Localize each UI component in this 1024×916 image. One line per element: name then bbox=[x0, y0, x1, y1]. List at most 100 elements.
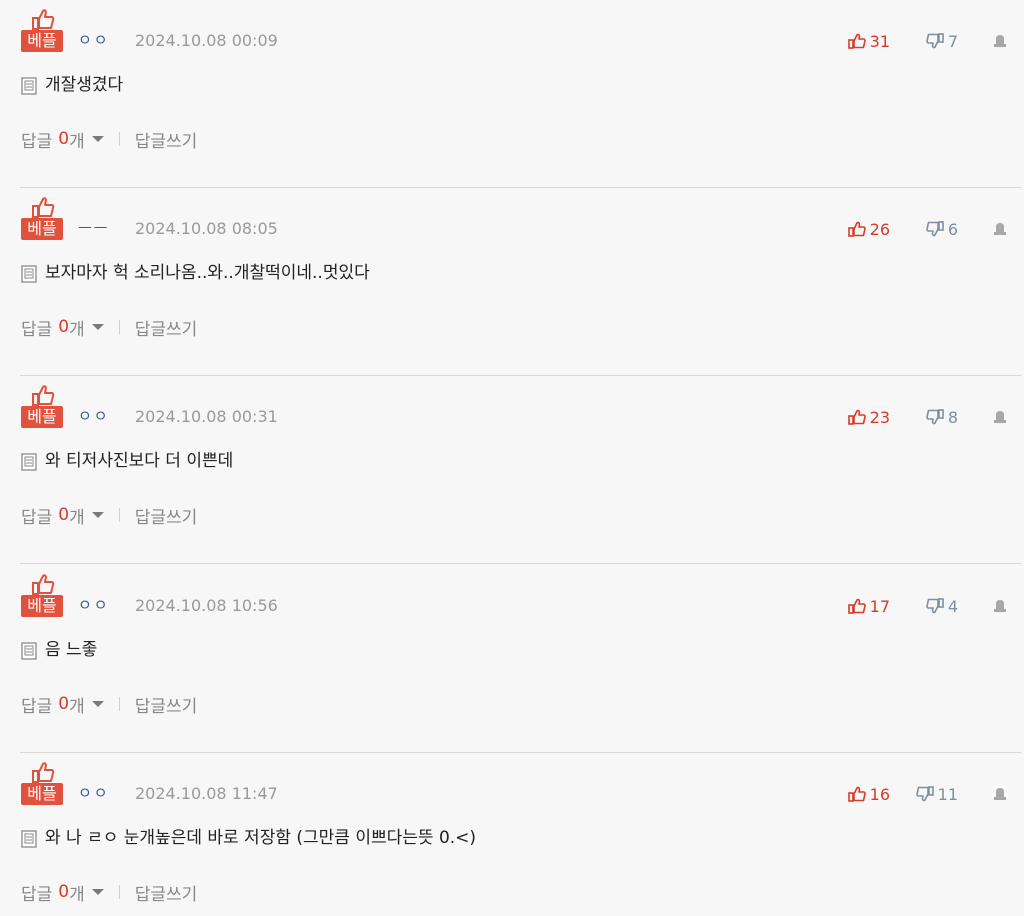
reply-unit: 개 bbox=[69, 884, 85, 905]
best-badge: 베플 bbox=[21, 783, 63, 805]
author-name[interactable]: ㅇㅇ bbox=[78, 782, 110, 804]
report-icon[interactable] bbox=[992, 598, 1008, 614]
write-reply-button[interactable]: 답글쓰기 bbox=[135, 880, 198, 905]
upvote-button[interactable]: 31 bbox=[847, 30, 890, 52]
comment-item: 베플 ㅇㅇ 2024.10.08 00:09 31 7 개잘생겼다 답글 0 개… bbox=[0, 0, 1024, 188]
comment-item: 베플 ㅡㅡ 2024.10.08 08:05 26 6 보자마자 헉 소리나옴.… bbox=[0, 188, 1024, 376]
downvote-count: 4 bbox=[947, 596, 958, 616]
report-icon[interactable] bbox=[992, 786, 1008, 802]
downvote-button[interactable]: 11 bbox=[915, 783, 958, 805]
upvote-button[interactable]: 16 bbox=[847, 783, 890, 805]
best-thumbs-up-icon bbox=[32, 197, 55, 218]
comment-date: 2024.10.08 11:47 bbox=[135, 784, 278, 803]
thumbs-up-icon bbox=[847, 598, 866, 614]
reply-count: 0 bbox=[58, 694, 70, 714]
best-thumbs-up-icon bbox=[32, 762, 55, 783]
reply-toggle[interactable]: 답글 0 개 bbox=[21, 315, 105, 340]
reply-toolbar: 답글 0 개 답글쓰기 bbox=[21, 127, 198, 152]
comment-body: 음 느좋 bbox=[21, 639, 97, 661]
memo-icon bbox=[21, 76, 37, 95]
reply-toggle[interactable]: 답글 0 개 bbox=[21, 503, 105, 528]
comment-date: 2024.10.08 08:05 bbox=[135, 219, 278, 238]
upvote-count: 23 bbox=[869, 407, 890, 427]
reply-toggle[interactable]: 답글 0 개 bbox=[21, 692, 105, 717]
reply-unit: 개 bbox=[69, 131, 85, 152]
downvote-count: 11 bbox=[937, 784, 958, 804]
memo-icon bbox=[21, 829, 37, 848]
thumbs-up-icon bbox=[847, 409, 866, 425]
reply-count: 0 bbox=[58, 882, 70, 902]
reply-label: 답글 bbox=[21, 319, 53, 340]
write-reply-button[interactable]: 답글쓰기 bbox=[135, 692, 198, 717]
caret-down-icon bbox=[91, 324, 104, 330]
memo-icon bbox=[21, 452, 37, 471]
comment-item: 베플 ㅇㅇ 2024.10.08 11:47 16 11 와 나 ㄹㅇ 눈개높은… bbox=[0, 753, 1024, 916]
caret-down-icon bbox=[91, 701, 104, 707]
comment-item: 베플 ㅇㅇ 2024.10.08 10:56 17 4 음 느좋 답글 0 개 … bbox=[0, 565, 1024, 753]
downvote-count: 7 bbox=[947, 31, 958, 51]
author-name[interactable]: ㅇㅇ bbox=[78, 594, 110, 616]
upvote-button[interactable]: 23 bbox=[847, 406, 890, 428]
comment-date: 2024.10.08 10:56 bbox=[135, 596, 278, 615]
thumbs-down-icon bbox=[925, 598, 944, 614]
write-reply-button[interactable]: 답글쓰기 bbox=[135, 127, 198, 152]
thumbs-up-icon bbox=[847, 221, 866, 237]
best-thumbs-up-icon bbox=[32, 574, 55, 595]
reply-toggle[interactable]: 답글 0 개 bbox=[21, 880, 105, 905]
comment-date: 2024.10.08 00:09 bbox=[135, 31, 278, 50]
divider bbox=[118, 697, 120, 711]
upvote-count: 17 bbox=[869, 596, 890, 616]
comment-list: 베플 ㅇㅇ 2024.10.08 00:09 31 7 개잘생겼다 답글 0 개… bbox=[0, 0, 1024, 916]
reply-toggle[interactable]: 답글 0 개 bbox=[21, 127, 105, 152]
reply-count: 0 bbox=[58, 317, 70, 337]
caret-down-icon bbox=[91, 889, 104, 895]
best-badge: 베플 bbox=[21, 30, 63, 52]
write-reply-button[interactable]: 답글쓰기 bbox=[135, 315, 198, 340]
author-name[interactable]: ㅇㅇ bbox=[78, 405, 110, 427]
downvote-count: 8 bbox=[947, 407, 958, 427]
best-badge: 베플 bbox=[21, 406, 63, 428]
upvote-button[interactable]: 26 bbox=[847, 218, 890, 240]
comment-text: 보자마자 헉 소리나옴..와..개찰떡이네..멋있다 bbox=[45, 263, 370, 283]
comment-text: 와 나 ㄹㅇ 눈개높은데 바로 저장함 (그만큼 이쁘다는뜻 0.<) bbox=[45, 828, 477, 848]
report-icon[interactable] bbox=[992, 221, 1008, 237]
best-thumbs-up-icon bbox=[32, 385, 55, 406]
reply-toolbar: 답글 0 개 답글쓰기 bbox=[21, 880, 198, 905]
reply-toolbar: 답글 0 개 답글쓰기 bbox=[21, 315, 198, 340]
divider bbox=[118, 508, 120, 522]
report-icon[interactable] bbox=[992, 33, 1008, 49]
best-badge: 베플 bbox=[21, 218, 63, 240]
upvote-button[interactable]: 17 bbox=[847, 595, 890, 617]
best-thumbs-up-icon bbox=[32, 9, 55, 30]
thumbs-up-icon bbox=[847, 33, 866, 49]
downvote-button[interactable]: 7 bbox=[925, 30, 958, 52]
downvote-button[interactable]: 8 bbox=[925, 406, 958, 428]
comment-text: 와 티저사진보다 더 이쁜데 bbox=[45, 451, 234, 471]
upvote-count: 31 bbox=[869, 31, 890, 51]
thumbs-down-icon bbox=[925, 33, 944, 49]
divider bbox=[118, 132, 120, 146]
downvote-button[interactable]: 4 bbox=[925, 595, 958, 617]
reply-unit: 개 bbox=[69, 696, 85, 717]
caret-down-icon bbox=[91, 512, 104, 518]
reply-toolbar: 답글 0 개 답글쓰기 bbox=[21, 503, 198, 528]
upvote-count: 16 bbox=[869, 784, 890, 804]
comment-text: 음 느좋 bbox=[45, 640, 98, 660]
report-icon[interactable] bbox=[992, 409, 1008, 425]
reply-label: 답글 bbox=[21, 696, 53, 717]
author-name[interactable]: ㅇㅇ bbox=[78, 29, 110, 51]
thumbs-up-icon bbox=[847, 786, 866, 802]
write-reply-button[interactable]: 답글쓰기 bbox=[135, 503, 198, 528]
thumbs-down-icon bbox=[925, 221, 944, 237]
reply-count: 0 bbox=[58, 505, 70, 525]
thumbs-down-icon bbox=[915, 786, 934, 802]
caret-down-icon bbox=[91, 136, 104, 142]
downvote-button[interactable]: 6 bbox=[925, 218, 958, 240]
comment-body: 보자마자 헉 소리나옴..와..개찰떡이네..멋있다 bbox=[21, 262, 370, 284]
reply-count: 0 bbox=[58, 129, 70, 149]
reply-label: 답글 bbox=[21, 131, 53, 152]
comment-date: 2024.10.08 00:31 bbox=[135, 407, 278, 426]
best-badge: 베플 bbox=[21, 595, 63, 617]
reply-label: 답글 bbox=[21, 884, 53, 905]
author-name[interactable]: ㅡㅡ bbox=[78, 217, 110, 239]
